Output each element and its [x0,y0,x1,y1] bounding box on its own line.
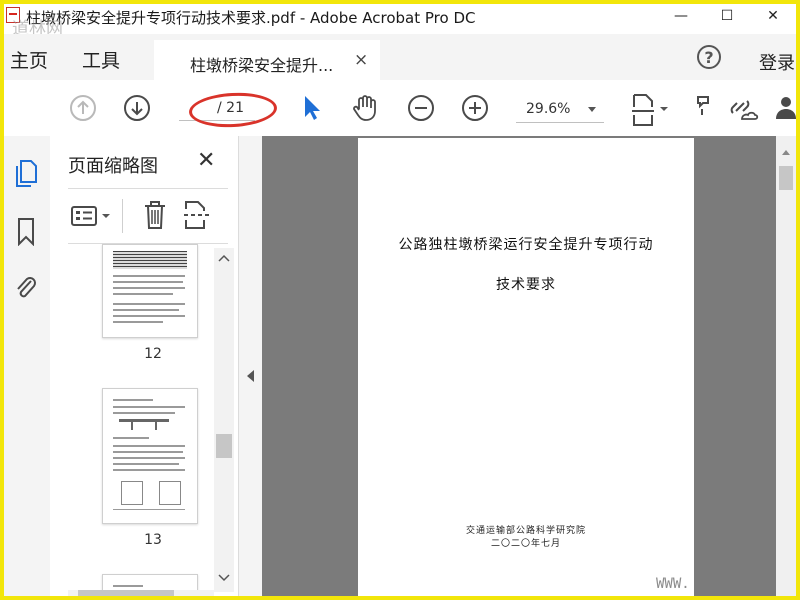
page-fit-icon[interactable] [630,93,672,127]
collapse-left-icon [247,370,254,382]
trash-icon[interactable] [140,199,170,231]
document-title-line1: 公路独柱墩桥梁运行安全提升专项行动 [398,237,654,253]
zoom-out-icon[interactable] [406,93,436,123]
attachment-icon[interactable] [12,272,40,302]
panel-toolbar [68,188,228,244]
scroll-down-icon[interactable] [218,574,230,582]
scroll-up-icon[interactable] [218,254,230,262]
thumbnail-table [113,251,187,269]
next-page-icon[interactable] [122,93,152,123]
title-bar: 柱墩桥梁安全提升专项行动技术要求.pdf - Adobe Acrobat Pro… [4,4,796,39]
hand-tool-icon[interactable] [350,93,380,123]
zoom-dropdown[interactable]: 29.6% [516,96,604,123]
login-button[interactable]: 登录 [759,49,795,75]
toolbar-divider [122,199,123,233]
acrobat-window: 柱墩桥梁安全提升专项行动技术要求.pdf - Adobe Acrobat Pro… [4,4,796,596]
select-cursor-icon[interactable] [300,93,324,123]
menu-tools[interactable]: 工具 [82,46,120,73]
thumbnail-options-icon[interactable] [70,201,116,231]
menu-home[interactable]: 主页 [10,46,48,73]
zoom-value: 29.6% [526,101,571,117]
left-navigation-rail [4,136,51,596]
document-scrollbar[interactable] [776,136,796,596]
main-toolbar: / 21 29.6% [4,80,796,137]
document-date: 二〇二〇年七月 [490,539,561,549]
close-window-button[interactable]: ✕ [750,4,796,28]
panel-collapse-handle[interactable] [238,136,264,596]
document-tab-label: 柱墩桥梁安全提升... [190,56,334,75]
pdf-page: 公路独柱墩桥梁运行安全提升专项行动 技术要求 交通运输部公路科学研究院 二〇二〇… [358,138,694,596]
user-account-icon[interactable] [774,93,796,123]
scrollbar-thumb[interactable] [779,166,793,190]
thumbnail-page[interactable] [102,388,198,524]
scrollbar-thumb[interactable] [216,434,232,458]
window-title: 柱墩桥梁安全提升专项行动技术要求.pdf - Adobe Acrobat Pro… [26,9,476,27]
document-publisher: 交通运输部公路科学研究院 [465,526,586,536]
document-title-line2: 技术要求 [496,277,556,293]
comment-tool-icon[interactable] [694,93,714,123]
thumbnail-page-number: 12 [144,346,162,362]
document-tab-close-button[interactable]: × [354,50,368,70]
maximize-button[interactable]: ☐ [704,4,750,28]
document-canvas[interactable]: 公路独柱墩桥梁运行安全提升专项行动 技术要求 交通运输部公路科学研究院 二〇二〇… [262,136,796,596]
scrollbar-thumb[interactable] [78,590,174,596]
chevron-down-icon [588,107,596,112]
tab-bar: 主页 工具 柱墩桥梁安全提升... × ? 登录 [4,34,796,80]
minimize-button[interactable]: — [658,4,704,28]
bookmark-icon[interactable] [12,216,40,246]
thumbnail-scrollbar[interactable] [214,248,234,592]
zoom-in-icon[interactable] [460,93,490,123]
page-thumbnails-icon[interactable] [12,158,40,188]
split-page-icon[interactable] [182,199,212,231]
panel-title: 页面缩略图 [68,156,158,177]
scroll-up-icon[interactable] [782,150,790,155]
panel-close-button[interactable]: ✕ [197,148,215,173]
thumbnail-page[interactable] [102,244,198,338]
help-icon[interactable]: ? [697,45,721,69]
share-link-icon[interactable] [726,93,760,123]
thumbnail-horizontal-scrollbar[interactable] [68,590,214,596]
document-tab[interactable]: 柱墩桥梁安全提升... × [154,40,380,80]
red-highlight-ellipse [188,90,278,130]
thumbnails-panel: 页面缩略图 ✕ 12 13 [50,136,238,596]
thumbnail-page-number: 13 [144,532,162,548]
previous-page-icon[interactable] [68,93,98,123]
url-watermark: WWW. [656,576,690,592]
